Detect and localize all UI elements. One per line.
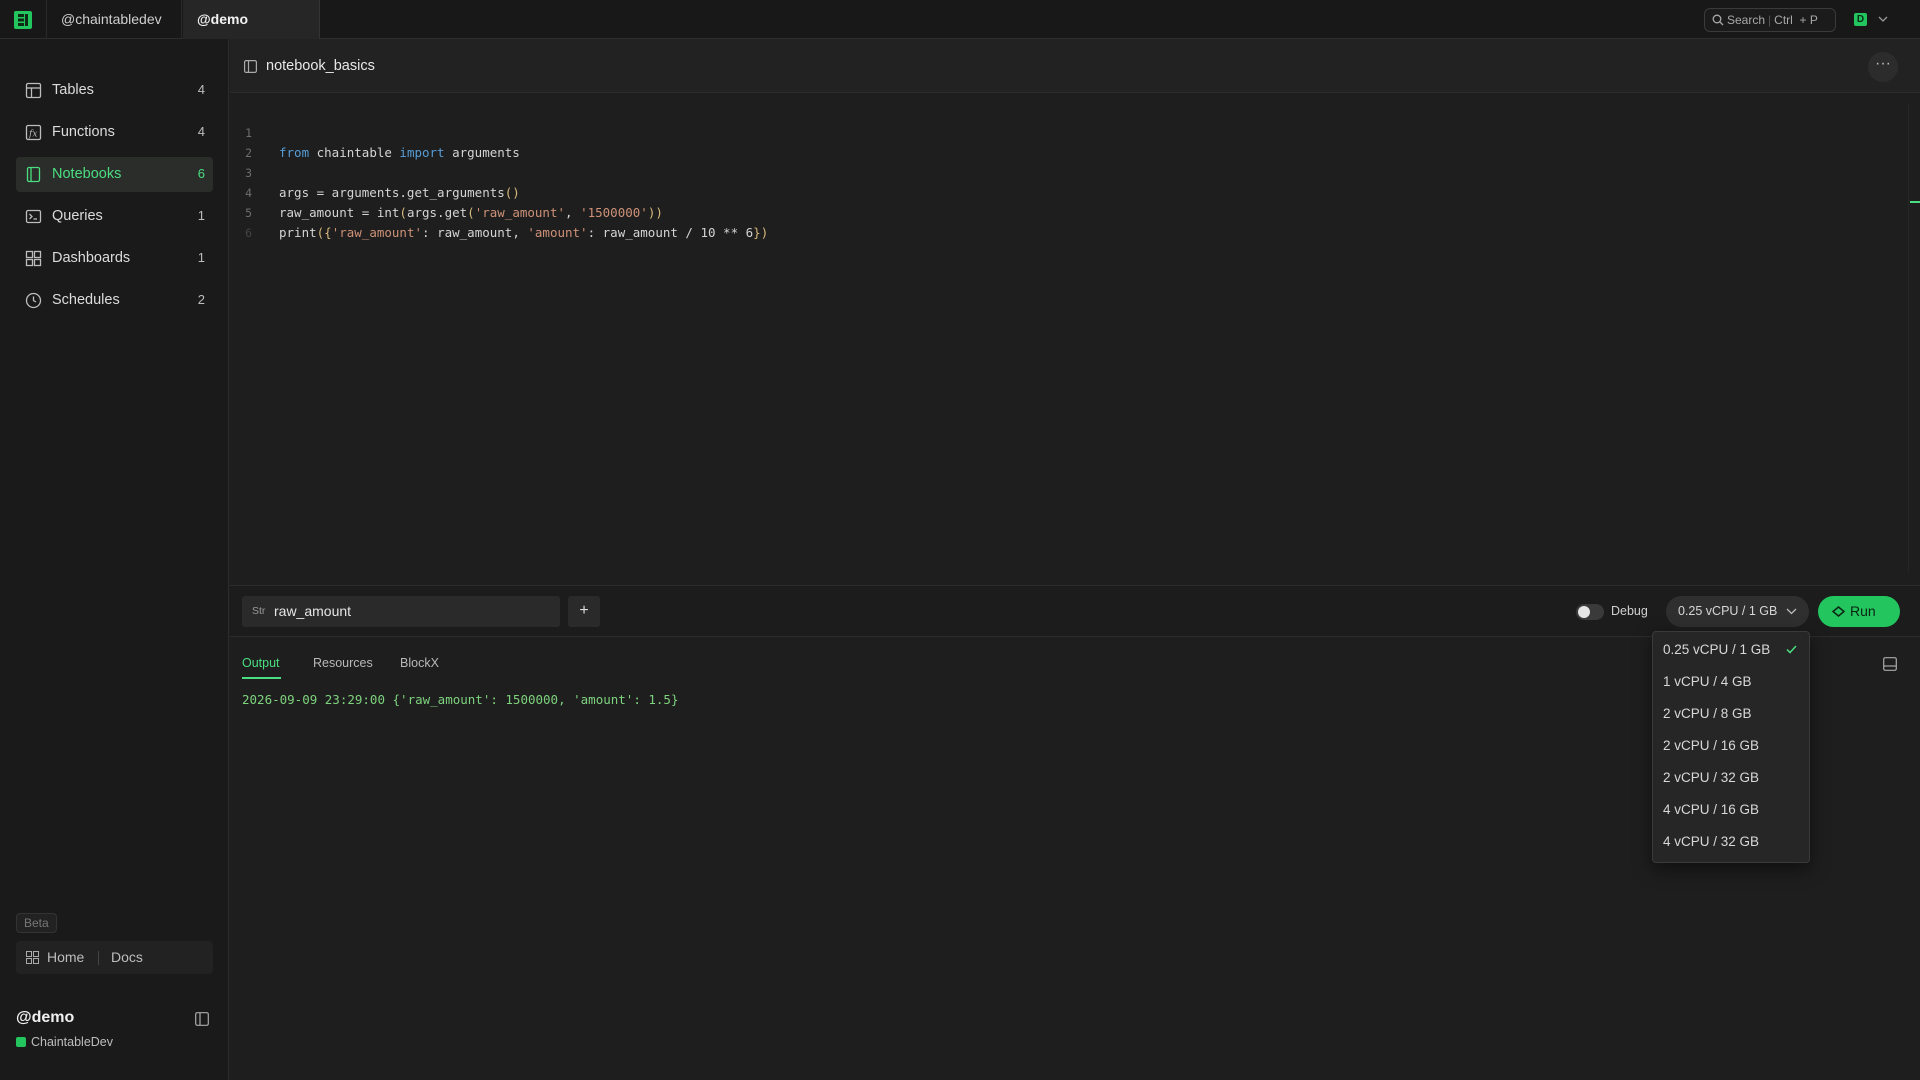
workspace-tab-chaintabledev[interactable]: @chaintabledev xyxy=(46,0,182,39)
search-shortcut-p: + P xyxy=(1799,13,1818,27)
svg-text:fx: fx xyxy=(28,130,37,140)
editor-header: notebook_basics ··· xyxy=(230,39,1920,93)
compute-option[interactable]: 2 vCPU / 16 GB xyxy=(1653,730,1809,762)
argument-type: Str xyxy=(252,605,266,617)
panel-layout-icon[interactable] xyxy=(1883,657,1897,671)
compute-select[interactable]: 0.25 vCPU / 1 GB xyxy=(1666,596,1809,627)
sidebar-item-count: 1 xyxy=(197,208,205,223)
code-line: 6 xyxy=(230,203,260,240)
table-icon xyxy=(25,82,42,99)
run-icon xyxy=(1832,606,1845,617)
debug-label: Debug xyxy=(1611,604,1648,618)
user-menu[interactable]: D xyxy=(1854,11,1890,29)
account-name[interactable]: @demo xyxy=(16,1009,74,1027)
compute-option[interactable]: 4 vCPU / 32 GB xyxy=(1653,826,1809,858)
sidebar-item-queries[interactable]: Queries 1 xyxy=(16,199,213,234)
code-editor[interactable]: 1 from chaintable import arguments 2 3 a… xyxy=(230,93,1920,585)
sidebar-item-label: Dashboards xyxy=(52,250,131,266)
collapse-sidebar-icon[interactable] xyxy=(195,1012,209,1026)
dashboard-icon xyxy=(25,250,42,267)
notebook-icon xyxy=(26,166,41,183)
docs-link[interactable]: Docs xyxy=(111,949,143,965)
add-argument-button[interactable]: + xyxy=(568,596,600,627)
compute-option[interactable]: 1 vCPU / 4 GB xyxy=(1653,666,1809,698)
sidebar-item-tables[interactable]: Tables 4 xyxy=(16,73,213,108)
notebook-title[interactable]: notebook_basics xyxy=(266,58,375,74)
beta-badge: Beta xyxy=(16,913,57,933)
arguments-bar: Str raw_amount + Debug 0.25 vCPU / 1 GB … xyxy=(230,585,1920,637)
more-options-button[interactable]: ··· xyxy=(1868,52,1898,82)
sidebar-item-label: Functions xyxy=(52,124,115,140)
function-icon: fx xyxy=(25,124,42,141)
code-line: 1 from chaintable import arguments xyxy=(230,103,520,160)
editor-scrollbar[interactable] xyxy=(1908,103,1920,573)
compute-option[interactable]: 2 vCPU / 8 GB xyxy=(1653,698,1809,730)
tab-output[interactable]: Output xyxy=(242,656,280,670)
top-bar: @chaintabledev @demo Search | Ctrl + P D xyxy=(0,0,1920,39)
search-icon xyxy=(1712,14,1724,26)
sidebar-item-notebooks[interactable]: Notebooks 6 xyxy=(16,157,213,192)
code-line: 2 xyxy=(230,123,260,160)
compute-option[interactable]: 0.25 vCPU / 1 GB xyxy=(1653,634,1809,666)
argument-input[interactable]: Str raw_amount xyxy=(242,596,560,627)
check-icon xyxy=(1786,645,1797,654)
sidebar-item-dashboards[interactable]: Dashboards 1 xyxy=(16,241,213,276)
debug-toggle[interactable] xyxy=(1576,604,1604,620)
run-button[interactable]: Run xyxy=(1818,596,1900,627)
code-line: 4 raw_amount = int(args.get('raw_amount'… xyxy=(230,163,663,220)
run-label: Run xyxy=(1850,603,1876,619)
panel-toggle-icon[interactable] xyxy=(244,60,257,73)
sidebar-item-count: 4 xyxy=(197,124,205,139)
sidebar-item-label: Tables xyxy=(52,82,94,98)
home-link[interactable]: Home xyxy=(47,949,84,965)
argument-name: raw_amount xyxy=(274,603,352,619)
terminal-icon xyxy=(25,209,42,224)
search-label: Search xyxy=(1727,13,1766,27)
compute-option[interactable]: 2 vCPU / 32 GB xyxy=(1653,762,1809,794)
tab-resources[interactable]: Resources xyxy=(313,656,373,670)
compute-option[interactable]: 4 vCPU / 16 GB xyxy=(1653,794,1809,826)
search-button[interactable]: Search | Ctrl + P xyxy=(1704,8,1836,32)
chaintable-logo-icon[interactable] xyxy=(14,11,32,29)
code-line: 3 args = arguments.get_arguments() xyxy=(230,143,520,200)
org-avatar-icon xyxy=(16,1037,26,1047)
sidebar-item-count: 2 xyxy=(197,292,205,307)
search-shortcut-ctrl: Ctrl xyxy=(1774,13,1793,27)
sidebar-item-label: Notebooks xyxy=(52,166,122,182)
sidebar-item-functions[interactable]: fx Functions 4 xyxy=(16,115,213,150)
sidebar-item-schedules[interactable]: Schedules 2 xyxy=(16,283,213,318)
sidebar-item-count: 1 xyxy=(197,250,205,265)
compute-select-value: 0.25 vCPU / 1 GB xyxy=(1678,604,1778,618)
sidebar-item-count: 4 xyxy=(197,82,205,97)
code-line: 5 print({'raw_amount': raw_amount, 'amou… xyxy=(230,183,768,240)
tab-blockx[interactable]: BlockX xyxy=(400,656,439,670)
clock-icon xyxy=(25,292,42,309)
user-avatar: D xyxy=(1854,13,1867,26)
grid-icon xyxy=(26,951,39,964)
chevron-down-icon xyxy=(1878,16,1888,22)
workspace-tab-demo[interactable]: @demo xyxy=(183,0,320,39)
sidebar-item-label: Schedules xyxy=(52,292,120,308)
home-docs-bar: Home Docs xyxy=(16,941,213,974)
sidebar-item-label: Queries xyxy=(52,208,103,224)
sidebar-item-count: 6 xyxy=(197,166,205,181)
compute-dropdown-menu: 0.25 vCPU / 1 GB 1 vCPU / 4 GB 2 vCPU / … xyxy=(1652,631,1810,863)
toggle-knob xyxy=(1578,606,1590,618)
sidebar: Tables 4 fx Functions 4 Notebooks 6 Quer… xyxy=(0,39,229,1080)
scroll-position-marker xyxy=(1910,201,1920,203)
org-name[interactable]: ChaintableDev xyxy=(16,1035,113,1049)
chevron-down-icon xyxy=(1786,608,1797,615)
active-tab-indicator xyxy=(242,677,281,679)
output-log-line: 2026-09-09 23:29:00 {'raw_amount': 15000… xyxy=(242,692,679,707)
line-number: 6 xyxy=(245,226,252,240)
org-label: ChaintableDev xyxy=(31,1035,113,1049)
